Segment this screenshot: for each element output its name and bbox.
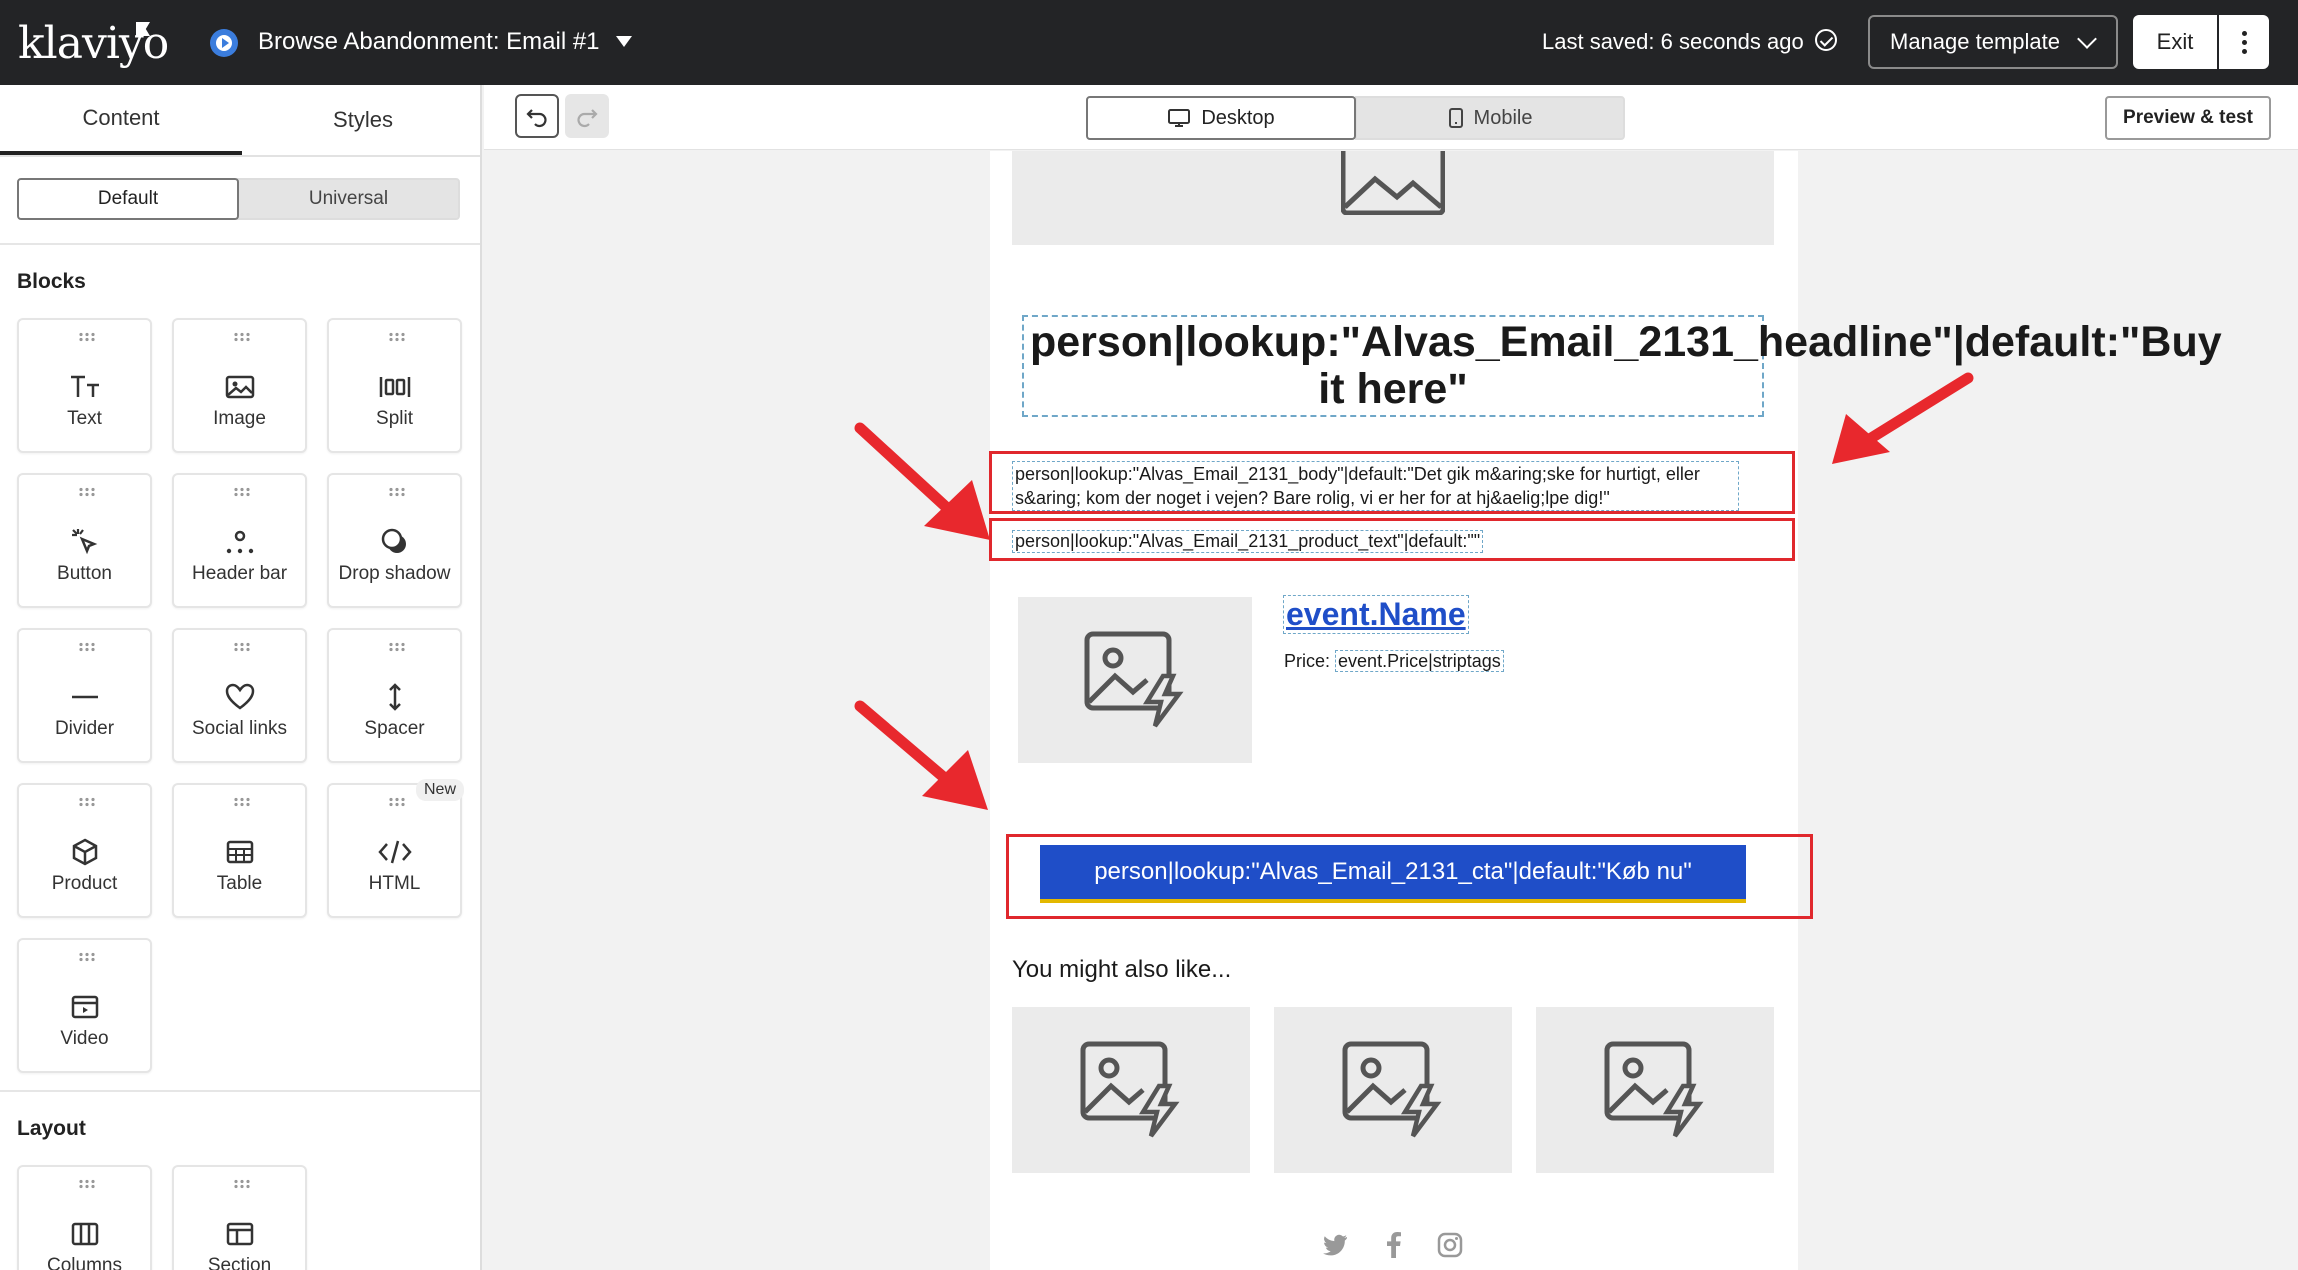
panel-divider <box>0 1090 480 1092</box>
drag-handle-icon <box>78 487 96 497</box>
block-video[interactable]: Video <box>17 938 152 1073</box>
section-icon <box>223 1217 257 1251</box>
more-options-button[interactable] <box>2219 15 2269 69</box>
recommendations-heading[interactable]: You might also like... <box>1012 956 1231 984</box>
segment-default[interactable]: Default <box>17 178 239 220</box>
annotation-box-cta <box>1006 834 1813 919</box>
hero-image-placeholder[interactable] <box>1012 151 1774 245</box>
drag-handle-icon <box>78 332 96 342</box>
header-bar-icon <box>223 525 257 559</box>
email-headline[interactable]: person|lookup:"Alvas_Email_2131_headline… <box>1022 315 2222 417</box>
product-name-link[interactable]: event.Name <box>1283 595 1469 634</box>
drag-handle-icon <box>233 487 251 497</box>
block-divider[interactable]: Divider <box>17 628 152 763</box>
product-icon <box>68 835 102 869</box>
split-icon <box>378 370 412 404</box>
code-icon <box>377 835 412 869</box>
tab-styles[interactable]: Styles <box>242 85 480 155</box>
mobile-view-button[interactable]: Mobile <box>1355 96 1625 140</box>
dynamic-image-icon <box>1604 1041 1704 1138</box>
instagram-icon[interactable] <box>1435 1230 1465 1260</box>
annotation-box-body <box>989 451 1795 514</box>
drag-handle-icon <box>78 797 96 807</box>
drag-handle-icon <box>78 642 96 652</box>
text-icon <box>68 370 102 404</box>
block-split[interactable]: Split <box>327 318 462 453</box>
block-header-bar[interactable]: Header bar <box>172 473 307 608</box>
chevron-down-icon <box>2077 29 2097 49</box>
top-bar: klaviyo Browse Abandonment: Email #1 Las… <box>0 0 2298 85</box>
recommendation-image-3[interactable] <box>1536 1007 1774 1173</box>
layout-heading: Layout <box>17 1117 86 1140</box>
redo-button[interactable] <box>565 94 609 138</box>
manage-template-label: Manage template <box>1890 29 2060 54</box>
divider-icon <box>68 680 102 714</box>
drag-handle-icon <box>78 952 96 962</box>
block-product[interactable]: Product <box>17 783 152 918</box>
drag-handle-icon <box>388 332 406 342</box>
recommendation-image-2[interactable] <box>1274 1007 1512 1173</box>
spacer-icon <box>378 680 412 714</box>
block-image[interactable]: Image <box>172 318 307 453</box>
dynamic-image-icon <box>1080 1041 1180 1138</box>
block-columns[interactable]: Columns <box>17 1165 152 1270</box>
blocks-heading: Blocks <box>17 270 86 293</box>
block-drop-shadow[interactable]: Drop shadow <box>327 473 462 608</box>
desktop-view-button[interactable]: Desktop <box>1086 96 1356 140</box>
block-text[interactable]: Text <box>17 318 152 453</box>
annotation-arrow-1 <box>854 422 990 540</box>
drag-handle-icon <box>388 487 406 497</box>
left-panel: Content Styles Default Universal Blocks … <box>0 85 482 1270</box>
drag-handle-icon <box>233 642 251 652</box>
block-social-links[interactable]: Social links <box>172 628 307 763</box>
button-icon <box>68 525 102 559</box>
drag-handle-icon <box>388 797 406 807</box>
preview-test-button[interactable]: Preview & test <box>2105 96 2271 140</box>
recommendation-image-1[interactable] <box>1012 1007 1250 1173</box>
drag-handle-icon <box>233 797 251 807</box>
table-icon <box>223 835 257 869</box>
product-image-placeholder[interactable] <box>1018 597 1252 763</box>
block-table[interactable]: Table <box>172 783 307 918</box>
drag-handle-icon <box>78 1179 96 1189</box>
product-price: Price: event.Price|striptags <box>1284 650 1504 672</box>
check-circle-icon <box>1815 29 1837 51</box>
manage-template-button[interactable]: Manage template <box>1868 15 2118 69</box>
template-title[interactable]: Browse Abandonment: Email #1 <box>258 28 600 56</box>
block-button[interactable]: Button <box>17 473 152 608</box>
video-icon <box>68 990 102 1024</box>
undo-icon <box>526 109 547 128</box>
flow-status-icon <box>210 29 238 57</box>
annotation-box-product-text <box>989 518 1795 561</box>
price-variable[interactable]: event.Price|striptags <box>1335 650 1504 672</box>
image-icon <box>223 370 257 404</box>
columns-icon <box>68 1217 102 1251</box>
heart-icon <box>223 680 257 714</box>
tab-content[interactable]: Content <box>0 85 242 155</box>
facebook-icon[interactable] <box>1379 1230 1409 1260</box>
annotation-arrow-2 <box>1832 372 1974 464</box>
monitor-icon <box>1168 109 1191 127</box>
phone-icon <box>1448 108 1463 128</box>
image-icon <box>1341 151 1445 215</box>
new-badge: New <box>415 779 464 801</box>
twitter-icon[interactable] <box>1321 1230 1351 1260</box>
dynamic-image-icon <box>1342 1041 1442 1138</box>
panel-divider <box>0 243 480 245</box>
drop-shadow-icon <box>378 525 412 559</box>
saved-status: Last saved: 6 seconds ago <box>1542 29 1804 54</box>
block-spacer[interactable]: Spacer <box>327 628 462 763</box>
title-dropdown-icon[interactable] <box>616 36 632 47</box>
dynamic-image-icon <box>1084 631 1184 728</box>
undo-button[interactable] <box>515 94 559 138</box>
drag-handle-icon <box>233 332 251 342</box>
block-section[interactable]: Section <box>172 1165 307 1270</box>
segment-universal[interactable]: Universal <box>237 178 460 220</box>
drag-handle-icon <box>233 1179 251 1189</box>
annotation-arrow-3 <box>854 700 988 810</box>
exit-button[interactable]: Exit <box>2133 15 2217 69</box>
redo-icon <box>577 109 598 128</box>
block-html[interactable]: New HTML <box>327 779 464 918</box>
drag-handle-icon <box>388 642 406 652</box>
